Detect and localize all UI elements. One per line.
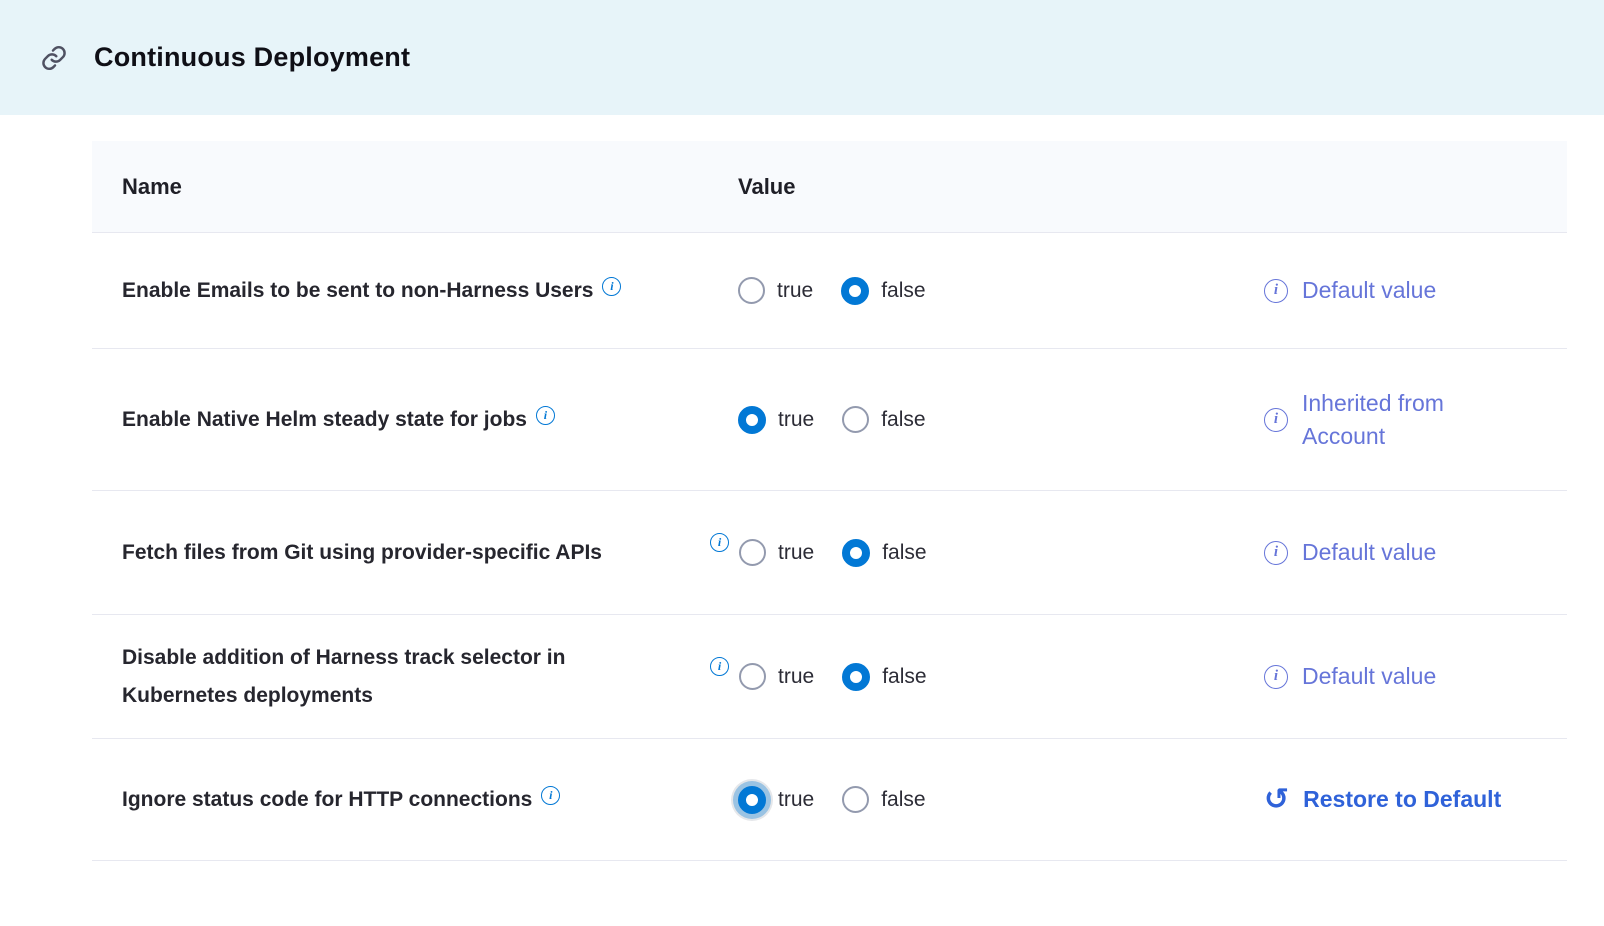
radio-label[interactable]: false — [882, 541, 926, 565]
radio-input[interactable] — [842, 786, 869, 813]
default-value-link[interactable]: Default value — [1302, 536, 1436, 569]
setting-name: Disable addition of Harness track select… — [122, 639, 682, 715]
info-icon[interactable]: i — [602, 277, 621, 296]
restore-to-default-button[interactable]: Restore to Default — [1303, 783, 1501, 816]
radio-input[interactable] — [738, 406, 766, 434]
table-row: Fetch files from Git using provider-spec… — [92, 491, 1567, 615]
radio-input[interactable] — [738, 277, 765, 304]
default-value-link[interactable]: Default value — [1302, 660, 1436, 693]
radio-input[interactable] — [842, 663, 870, 691]
radio-input[interactable] — [841, 277, 869, 305]
radio-label[interactable]: false — [881, 408, 925, 432]
radio-option-true[interactable]: true — [739, 539, 814, 566]
page-title: Continuous Deployment — [94, 42, 410, 73]
radio-input[interactable] — [739, 663, 766, 690]
info-icon[interactable]: i — [1264, 665, 1288, 689]
setting-name: Enable Emails to be sent to non-Harness … — [122, 272, 593, 310]
info-icon[interactable]: i — [1264, 279, 1288, 303]
radio-label[interactable]: false — [881, 279, 925, 303]
setting-name: Fetch files from Git using provider-spec… — [122, 534, 602, 572]
radio-label[interactable]: false — [881, 788, 925, 812]
radio-option-true[interactable]: true — [739, 663, 814, 690]
setting-name: Ignore status code for HTTP connections — [122, 781, 532, 819]
column-header-name: Name — [92, 174, 738, 200]
inherited-from-account-link[interactable]: Inherited from Account — [1302, 387, 1502, 453]
setting-name: Enable Native Helm steady state for jobs — [122, 401, 527, 439]
radio-label[interactable]: true — [778, 408, 814, 432]
info-icon[interactable]: i — [710, 533, 729, 552]
table-row: Enable Emails to be sent to non-Harness … — [92, 233, 1567, 349]
settings-table: Name Value Enable Emails to be sent to n… — [92, 141, 1567, 861]
table-header: Name Value — [92, 141, 1567, 233]
radio-option-false[interactable]: false — [842, 663, 926, 691]
table-row: Enable Native Helm steady state for jobs… — [92, 349, 1567, 491]
info-icon[interactable]: i — [541, 786, 560, 805]
info-icon[interactable]: i — [1264, 408, 1288, 432]
radio-option-false[interactable]: false — [842, 406, 925, 433]
page-header: Continuous Deployment — [0, 0, 1604, 115]
chain-link-icon[interactable] — [40, 44, 68, 72]
radio-option-true[interactable]: true — [738, 786, 814, 814]
info-icon[interactable]: i — [710, 657, 729, 676]
radio-input[interactable] — [842, 539, 870, 567]
info-icon[interactable]: i — [536, 406, 555, 425]
radio-option-false[interactable]: false — [841, 277, 925, 305]
radio-option-false[interactable]: false — [842, 539, 926, 567]
radio-option-false[interactable]: false — [842, 786, 925, 813]
table-row: Disable addition of Harness track select… — [92, 615, 1567, 739]
restore-icon[interactable]: ↺ — [1264, 787, 1289, 813]
radio-input[interactable] — [738, 786, 766, 814]
radio-input[interactable] — [842, 406, 869, 433]
table-row: Ignore status code for HTTP connections … — [92, 739, 1567, 861]
radio-input[interactable] — [739, 539, 766, 566]
info-icon[interactable]: i — [1264, 541, 1288, 565]
radio-label[interactable]: true — [777, 279, 813, 303]
radio-label[interactable]: false — [882, 665, 926, 689]
default-value-link[interactable]: Default value — [1302, 274, 1436, 307]
radio-label[interactable]: true — [778, 788, 814, 812]
radio-option-true[interactable]: true — [738, 277, 813, 304]
radio-label[interactable]: true — [778, 665, 814, 689]
radio-option-true[interactable]: true — [738, 406, 814, 434]
column-header-value: Value — [738, 174, 1238, 200]
radio-label[interactable]: true — [778, 541, 814, 565]
